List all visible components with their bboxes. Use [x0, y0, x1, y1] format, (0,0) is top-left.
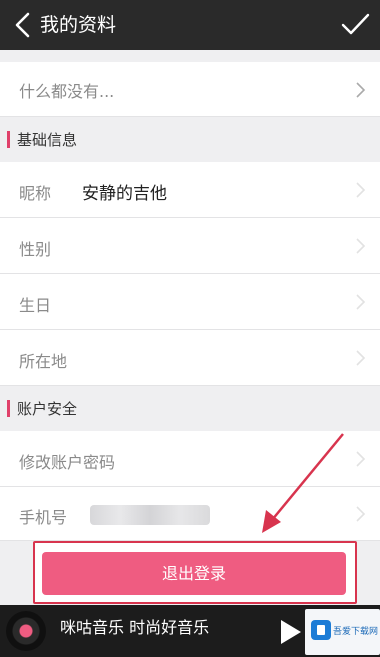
- signature-placeholder: 什么都没有...: [19, 82, 115, 101]
- section-accent-bar: [7, 400, 10, 417]
- logout-button[interactable]: 退出登录: [42, 552, 346, 595]
- chevron-right-icon: [356, 350, 366, 366]
- play-icon[interactable]: [274, 617, 304, 647]
- watermark: 吾爱下载网: [305, 609, 380, 655]
- location-row[interactable]: 所在地: [0, 330, 380, 386]
- nickname-value: 安静的吉他: [82, 184, 167, 204]
- page-title: 我的资料: [40, 14, 117, 36]
- phone-row[interactable]: 手机号: [0, 487, 380, 541]
- chevron-right-icon: [356, 82, 366, 98]
- gender-row[interactable]: 性别: [0, 218, 380, 274]
- watermark-logo-icon: [311, 620, 331, 640]
- section-title: 账户安全: [17, 400, 78, 418]
- change-password-row[interactable]: 修改账户密码: [0, 431, 380, 487]
- player-title: 咪咕音乐 时尚好音乐: [60, 618, 210, 637]
- chevron-right-icon: [356, 182, 366, 198]
- chevron-right-icon: [356, 451, 366, 467]
- section-title: 基础信息: [17, 131, 78, 149]
- birthday-label: 生日: [19, 296, 52, 315]
- location-label: 所在地: [19, 352, 68, 371]
- checkmark-icon[interactable]: [338, 8, 372, 42]
- section-basic-info: 基础信息: [0, 117, 380, 162]
- chevron-right-icon: [356, 238, 366, 254]
- phone-number-blurred: [90, 505, 210, 525]
- change-password-label: 修改账户密码: [19, 453, 116, 472]
- top-bar: 我的资料: [0, 0, 380, 50]
- section-account-security: 账户安全: [0, 386, 380, 431]
- signature-row[interactable]: 什么都没有...: [0, 62, 380, 117]
- back-chevron-icon[interactable]: [6, 7, 42, 43]
- section-accent-bar: [7, 131, 10, 148]
- gender-label: 性别: [19, 240, 52, 259]
- nickname-label: 昵称: [19, 184, 52, 203]
- chevron-right-icon: [356, 294, 366, 310]
- chevron-right-icon: [356, 506, 366, 522]
- watermark-text: 吾爱下载网: [333, 627, 379, 637]
- album-disc-icon: [6, 611, 46, 651]
- nickname-row[interactable]: 昵称 安静的吉他: [0, 162, 380, 218]
- logout-highlight-box: 退出登录: [33, 541, 357, 604]
- phone-label: 手机号: [19, 508, 68, 527]
- birthday-row[interactable]: 生日: [0, 274, 380, 330]
